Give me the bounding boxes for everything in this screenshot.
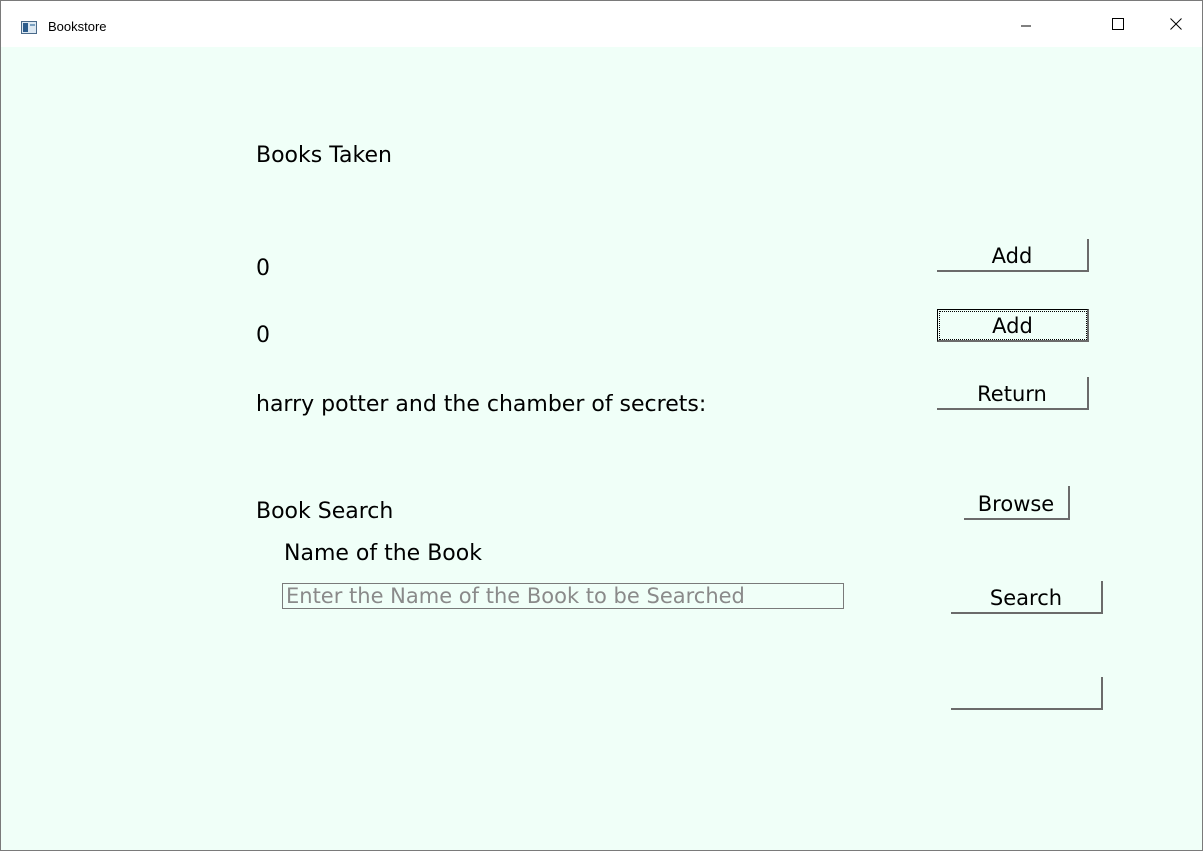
book-search-input[interactable] (282, 583, 844, 609)
name-of-book-label: Name of the Book (284, 541, 482, 566)
books-count-1: 0 (256, 256, 270, 281)
books-count-2: 0 (256, 323, 270, 348)
maximize-button[interactable] (1095, 1, 1141, 47)
app-window-icon (21, 21, 37, 34)
minimize-button[interactable] (1003, 1, 1049, 47)
bookstore-window: Bookstore Books Taken 0 Add 0 Add harry … (0, 0, 1203, 851)
add-button-1[interactable]: Add (937, 239, 1089, 272)
borrowed-book-label: harry potter and the chamber of secrets: (256, 392, 707, 417)
return-button[interactable]: Return (937, 377, 1089, 410)
minimize-icon (1021, 25, 1031, 27)
maximize-icon (1112, 18, 1124, 30)
unlabeled-button[interactable] (951, 677, 1103, 710)
close-button[interactable] (1153, 1, 1199, 47)
close-icon (1170, 18, 1182, 30)
browse-button[interactable]: Browse (964, 486, 1070, 520)
window-title: Bookstore (48, 19, 107, 34)
add-button-2[interactable]: Add (937, 309, 1089, 342)
title-bar[interactable]: Bookstore (1, 1, 1202, 47)
books-taken-heading: Books Taken (256, 143, 392, 168)
book-search-heading: Book Search (256, 499, 394, 524)
search-button[interactable]: Search (951, 581, 1103, 614)
